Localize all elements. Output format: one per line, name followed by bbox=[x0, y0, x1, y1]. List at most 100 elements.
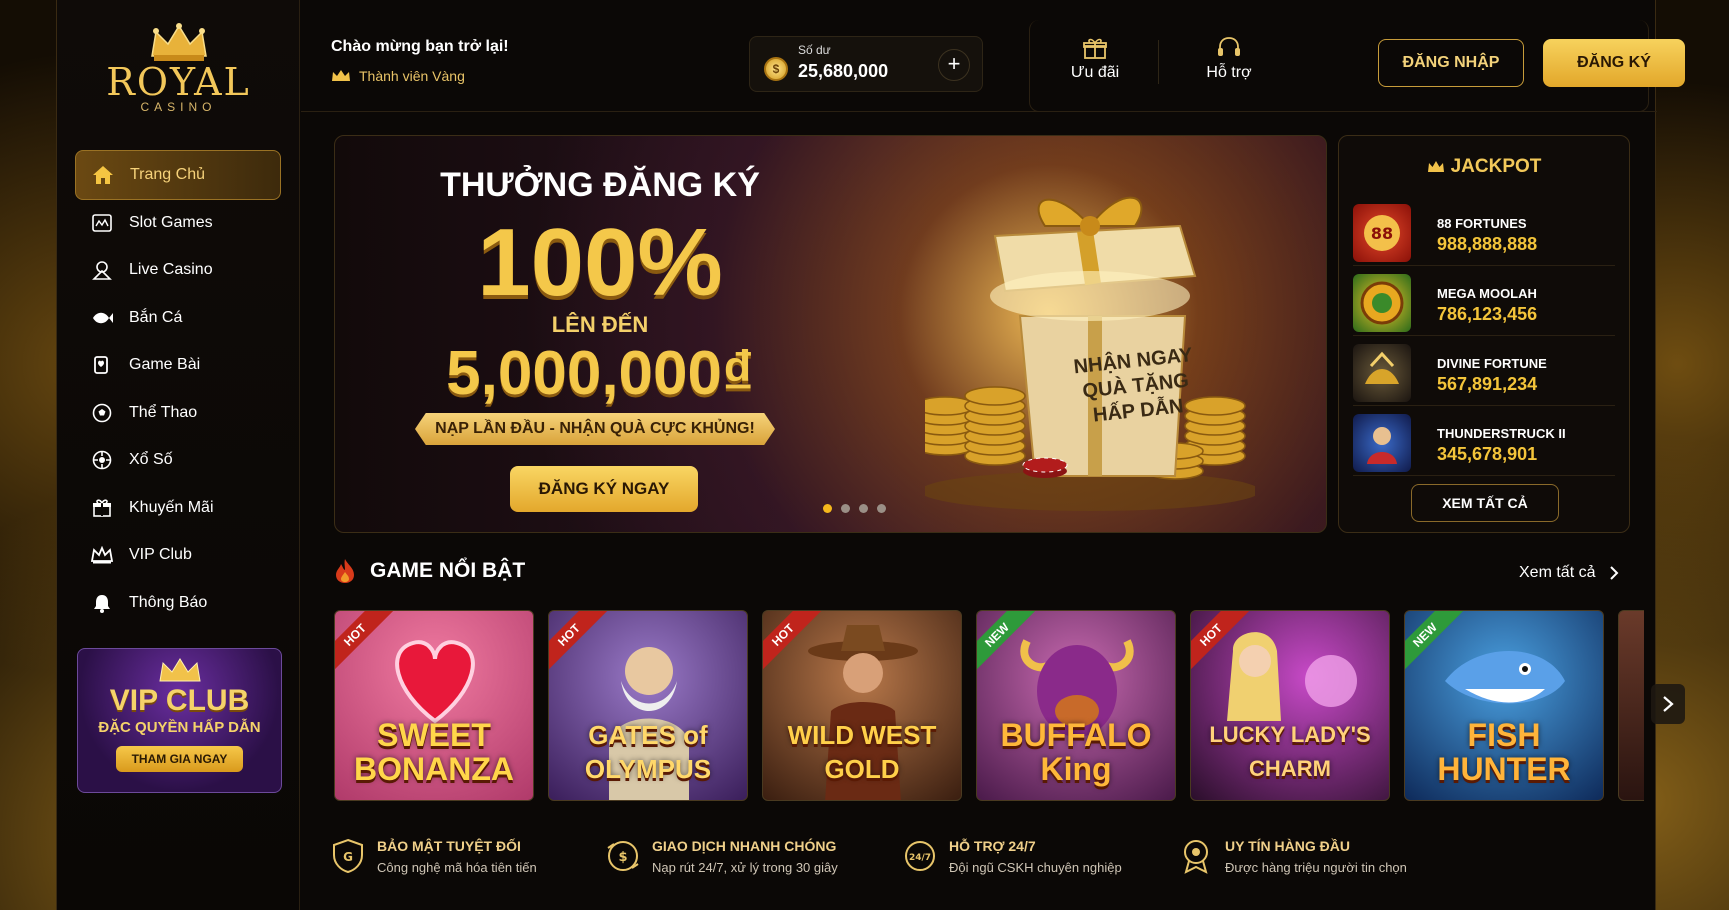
game-card-partial[interactable] bbox=[1618, 610, 1644, 801]
support-label: Hỗ trợ bbox=[1206, 64, 1252, 81]
trust-title: UY TÍN HÀNG ĐẦU bbox=[1225, 838, 1350, 854]
featured-header: GAME NỔI BẬT bbox=[334, 558, 525, 584]
support-link[interactable]: Hỗ trợ bbox=[1184, 36, 1274, 82]
crown-icon bbox=[332, 70, 350, 81]
jackpot-value: 345,678,901 bbox=[1437, 444, 1538, 464]
login-button[interactable]: ĐĂNG NHẬP bbox=[1378, 39, 1524, 87]
gift-icon bbox=[89, 497, 115, 519]
app-frame: ROYAL CASINO Trang Chủ Slot Games Live C… bbox=[56, 0, 1685, 910]
vip-club-promo[interactable]: VIP CLUB ĐẶC QUYỀN HẤP DẪN THAM GIA NGAY bbox=[77, 648, 282, 793]
banner-percent: 100% bbox=[477, 209, 723, 316]
jackpot-row[interactable]: 88 88 FORTUNES 988,888,888 bbox=[1353, 198, 1615, 266]
sidebar-item-slot-games[interactable]: Slot Games bbox=[75, 198, 281, 248]
crown-logo-icon bbox=[150, 23, 207, 61]
award-icon bbox=[1184, 840, 1208, 874]
balance-value: 25,680,000 bbox=[798, 61, 889, 81]
svg-text:G: G bbox=[343, 850, 353, 864]
chevron-right-icon bbox=[1610, 566, 1619, 580]
game-card-sweet-bonanza[interactable]: HOT SWEET BONANZA bbox=[334, 610, 534, 801]
jackpot-game-name: DIVINE FORTUNE bbox=[1437, 356, 1547, 371]
view-all-jackpots-button[interactable]: XEM TẤT CẢ bbox=[1411, 484, 1559, 522]
sidebar-item-lottery[interactable]: Xổ Số bbox=[75, 435, 281, 485]
sidebar-item-label: Khuyến Mãi bbox=[129, 498, 214, 516]
live-casino-icon bbox=[89, 259, 115, 281]
carousel-dot[interactable] bbox=[877, 504, 886, 513]
deposit-plus-button[interactable]: + bbox=[938, 49, 970, 81]
cards-icon bbox=[89, 354, 115, 376]
vip-promo-subtitle: ĐẶC QUYỀN HẤP DẪN bbox=[98, 719, 261, 736]
sidebar-item-live-casino[interactable]: Live Casino bbox=[75, 245, 281, 295]
banner-heading: THƯỞNG ĐĂNG KÝ bbox=[440, 166, 760, 204]
logo[interactable]: ROYAL CASINO bbox=[57, 22, 300, 114]
sidebar: ROYAL CASINO Trang Chủ Slot Games Live C… bbox=[57, 0, 300, 910]
sidebar-item-label: Live Casino bbox=[129, 261, 213, 278]
sidebar-item-promotions[interactable]: Khuyến Mãi bbox=[75, 483, 281, 533]
trust-item-support: 24/7 HỖ TRỢ 24/7 Đội ngũ CSKH chuyên ngh… bbox=[903, 836, 1122, 875]
headset-icon bbox=[1218, 37, 1240, 56]
jackpot-game-name: MEGA MOOLAH bbox=[1437, 286, 1537, 301]
see-all-games-link[interactable]: Xem tất cả bbox=[1519, 564, 1619, 582]
sidebar-item-label: Game Bài bbox=[129, 356, 201, 373]
sidebar-item-label: Bắn Cá bbox=[129, 308, 183, 326]
trust-subtitle: Nạp rút 24/7, xử lý trong 30 giây bbox=[652, 860, 838, 875]
chevron-right-icon bbox=[1663, 696, 1674, 712]
support-24-7-icon: 24/7 bbox=[905, 841, 935, 871]
vip-promo-title: VIP CLUB bbox=[109, 684, 250, 717]
game-title: GATES of OLYMPUS bbox=[584, 720, 712, 784]
jackpot-row[interactable]: MEGA MOOLAH 786,123,456 bbox=[1353, 268, 1615, 336]
sidebar-item-sports[interactable]: Thể Thao bbox=[75, 388, 281, 438]
trust-title: GIAO DỊCH NHANH CHÓNG bbox=[652, 838, 837, 854]
gift-box-card: NHẬN NGAY QUÀ TẶNG HẤP DẪN bbox=[1072, 344, 1194, 427]
trust-item-security: G BẢO MẬT TUYỆT ĐỐI Công nghệ mã hóa tiê… bbox=[331, 836, 537, 875]
member-level-label: Thành viên Vàng bbox=[359, 68, 465, 84]
sidebar-item-label: Thông Báo bbox=[129, 593, 208, 611]
jackpot-panel: JACKPOT 88 88 FORTUNES 988,888,888 MEGA … bbox=[1338, 135, 1630, 533]
carousel-dots bbox=[823, 504, 886, 513]
divider bbox=[1158, 40, 1159, 84]
sidebar-item-home[interactable]: Trang Chủ bbox=[75, 150, 281, 200]
trust-title: BẢO MẬT TUYỆT ĐỐI bbox=[377, 838, 521, 854]
fast-transaction-icon: $ bbox=[607, 841, 639, 871]
promo-banner[interactable]: THƯỞNG ĐĂNG KÝ 100% LÊN ĐẾN 5,000,000₫ N… bbox=[334, 135, 1327, 533]
welcome-text: Chào mừng bạn trở lại! bbox=[331, 38, 509, 55]
game-title: SWEET BONANZA bbox=[354, 717, 514, 787]
sidebar-item-label: Thể Thao bbox=[129, 403, 198, 421]
jackpot-value: 786,123,456 bbox=[1437, 304, 1538, 324]
sidebar-item-fish[interactable]: Bắn Cá bbox=[75, 293, 281, 343]
jackpot-game-name: THUNDERSTRUCK II bbox=[1437, 426, 1566, 441]
register-now-button[interactable]: ĐĂNG KÝ NGAY bbox=[510, 466, 698, 512]
game-title: FISH HUNTER bbox=[1437, 717, 1571, 787]
jackpot-row[interactable]: THUNDERSTRUCK II 345,678,901 bbox=[1353, 408, 1615, 476]
game-card-buffalo-king[interactable]: NEW BUFFALO King bbox=[976, 610, 1176, 801]
balance-box: $ Số dư 25,680,000 + bbox=[749, 36, 983, 92]
svg-text:24/7: 24/7 bbox=[909, 853, 931, 863]
fish-icon bbox=[89, 307, 115, 329]
offers-link[interactable]: Ưu đãi bbox=[1050, 36, 1140, 82]
top-bar: Chào mừng bạn trở lại! Thành viên Vàng $… bbox=[301, 0, 1685, 112]
register-button[interactable]: ĐĂNG KÝ bbox=[1543, 39, 1685, 87]
game-card-fish-hunter[interactable]: NEW FISH HUNTER bbox=[1404, 610, 1604, 801]
sidebar-item-notifications[interactable]: Thông Báo bbox=[75, 578, 281, 628]
game-card-gates-of-olympus[interactable]: HOT GATES of OLYMPUS bbox=[548, 610, 748, 801]
carousel-dot[interactable] bbox=[823, 504, 832, 513]
sidebar-item-card-games[interactable]: Game Bài bbox=[75, 340, 281, 390]
jackpot-row[interactable]: DIVINE FORTUNE 567,891,234 bbox=[1353, 338, 1615, 406]
gift-icon bbox=[1083, 38, 1107, 59]
sidebar-item-label: Xổ Số bbox=[129, 451, 173, 468]
member-level: Thành viên Vàng bbox=[331, 68, 465, 84]
balance-label: Số dư bbox=[798, 43, 831, 57]
jackpot-value: 988,888,888 bbox=[1437, 234, 1538, 254]
game-card-wild-west-gold[interactable]: HOT WILD WEST GOLD bbox=[762, 610, 962, 801]
join-now-button[interactable]: THAM GIA NGAY bbox=[115, 746, 244, 772]
fire-icon bbox=[336, 559, 354, 583]
soccer-ball-icon bbox=[89, 402, 115, 424]
game-thumbnail bbox=[1353, 274, 1411, 332]
games-next-button[interactable] bbox=[1651, 684, 1685, 724]
coin-icon: $ bbox=[764, 57, 788, 81]
carousel-dot[interactable] bbox=[859, 504, 868, 513]
sidebar-item-vip-club[interactable]: VIP Club bbox=[75, 530, 281, 580]
featured-games-row: HOT SWEET BONANZA HOT GATES of OLYMPUS H… bbox=[334, 610, 1644, 802]
game-card-lucky-ladys-charm[interactable]: HOT LUCKY LADY'S CHARM bbox=[1190, 610, 1390, 801]
carousel-dot[interactable] bbox=[841, 504, 850, 513]
game-thumbnail bbox=[1353, 344, 1411, 402]
